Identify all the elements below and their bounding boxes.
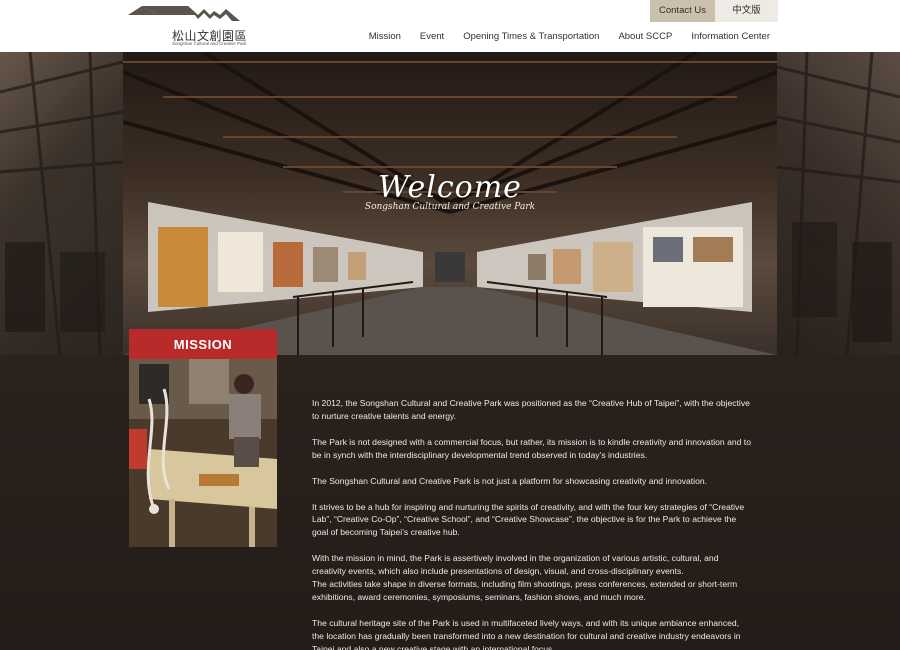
nav-item-mission[interactable]: Mission [369, 31, 401, 42]
nav-item-event[interactable]: Event [420, 31, 444, 42]
top-buttons: Contact Us 中文版 [650, 0, 778, 22]
hero-main-image: Welcome Songshan Cultural and Creative P… [123, 52, 777, 355]
mission-paragraph: The cultural heritage site of the Park i… [312, 617, 741, 650]
hero-banner: Welcome Songshan Cultural and Creative P… [0, 52, 900, 355]
site-logo[interactable]: 松山文創園區 Songshan Cultural and Creative Pa… [128, 3, 247, 47]
hero-side-image-left [0, 52, 124, 355]
mission-paragraph: The Park is not designed with a commerci… [312, 436, 751, 460]
contact-us-button[interactable]: Contact Us [650, 0, 715, 22]
main-nav: Mission Event Opening Times & Transporta… [369, 31, 770, 42]
nav-item-information[interactable]: Information Center [691, 31, 770, 42]
language-switch-button[interactable]: 中文版 [715, 0, 778, 22]
nav-item-about[interactable]: About SCCP [618, 31, 672, 42]
mission-paragraph: With the mission in mind, the Park is as… [312, 553, 738, 602]
mission-paragraph: It strives to be a hub for inspiring and… [312, 501, 745, 538]
nav-item-opening-times[interactable]: Opening Times & Transportation [463, 31, 599, 42]
site-header: 松山文創園區 Songshan Cultural and Creative Pa… [0, 0, 900, 52]
logo-roof-icon [128, 6, 240, 21]
logo-text-en: Songshan Cultural and Creative Park [172, 41, 247, 46]
mission-paragraph: In 2012, the Songshan Cultural and Creat… [312, 398, 750, 421]
mission-photo [129, 359, 277, 547]
mission-text: In 2012, the Songshan Cultural and Creat… [312, 397, 752, 650]
mission-paragraph: The Songshan Cultural and Creative Park … [312, 475, 708, 486]
mission-heading: MISSION [129, 329, 277, 359]
hero-welcome-title: Welcome [378, 170, 522, 205]
hero-welcome-subtitle: Songshan Cultural and Creative Park [364, 202, 536, 212]
hero-side-image-right [776, 52, 900, 355]
